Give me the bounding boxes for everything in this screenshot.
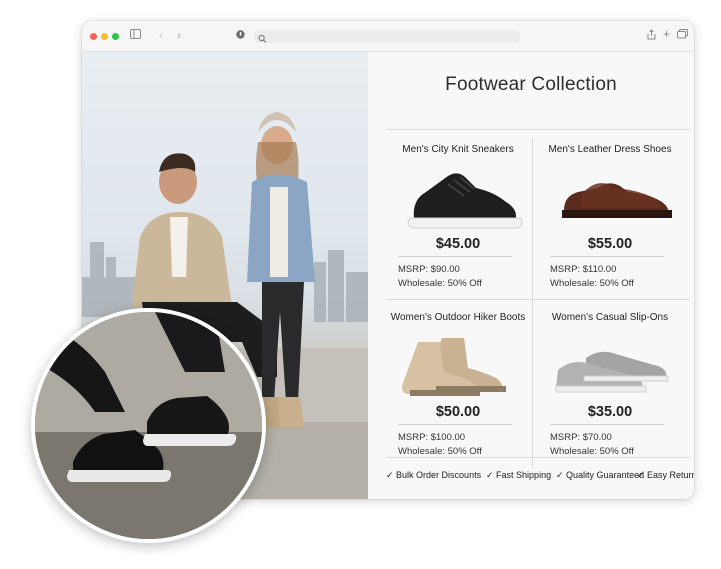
privacy-icon[interactable] (236, 30, 245, 44)
tan-hiker-boots-image (402, 338, 506, 396)
close-window-button[interactable] (90, 33, 97, 40)
divider (398, 424, 512, 425)
product-card[interactable]: Men's Leather Dress Shoes $55.00 MSRP: $… (536, 140, 684, 300)
feature-item: ✓ Bulk Order Discounts (386, 470, 482, 480)
brown-dress-shoe-image (562, 183, 672, 218)
tabs-icon[interactable] (677, 29, 688, 44)
product-name: Men's Leather Dress Shoes (548, 144, 672, 155)
feature-item: ✓ Quality Guaranteed (556, 470, 645, 480)
browser-toolbar: ‹ › + (82, 21, 694, 52)
feature-item: ✓ Fast Shipping (486, 470, 552, 480)
product-card[interactable]: Women's Casual Slip-Ons $35.00 MSRP: $70… (536, 308, 684, 468)
product-msrp: MSRP: $70.00 (550, 432, 612, 443)
minimize-window-button[interactable] (101, 33, 108, 40)
divider (398, 256, 512, 257)
zoom-window-button[interactable] (112, 33, 119, 40)
divider (386, 457, 690, 458)
back-icon[interactable]: ‹ (159, 29, 163, 43)
product-price: $55.00 (587, 236, 633, 252)
product-wholesale: Wholesale: 50% Off (550, 446, 634, 457)
catalog-title: Footwear Collection (445, 74, 617, 95)
product-price: $50.00 (435, 404, 481, 420)
address-bar[interactable] (254, 30, 520, 43)
sidebar-icon[interactable] (130, 29, 141, 44)
share-icon[interactable] (647, 29, 656, 45)
product-wholesale: Wholesale: 50% Off (398, 446, 482, 457)
grey-slip-on-image (555, 351, 669, 393)
search-icon (258, 31, 267, 49)
product-name: Women's Casual Slip-Ons (551, 312, 669, 323)
sneaker-closeup-inset (31, 308, 266, 543)
divider (550, 424, 664, 425)
forward-icon[interactable]: › (177, 29, 181, 43)
black-knit-sneaker-image (407, 173, 523, 229)
product-card[interactable]: Women's Outdoor Hiker Boots $50.00 MSRP:… (384, 308, 532, 468)
product-wholesale: Wholesale: 50% Off (398, 278, 482, 289)
product-name: Women's Outdoor Hiker Boots (390, 312, 526, 323)
product-name: Men's City Knit Sneakers (402, 144, 514, 155)
divider (550, 256, 664, 257)
new-tab-icon[interactable]: + (663, 27, 670, 41)
product-price: $35.00 (587, 404, 633, 420)
product-msrp: MSRP: $100.00 (398, 432, 466, 443)
product-price: $45.00 (435, 236, 481, 252)
product-wholesale: Wholesale: 50% Off (550, 278, 634, 289)
product-msrp: MSRP: $90.00 (398, 264, 460, 275)
features-bar: ✓ Bulk Order Discounts ✓ Fast Shipping ✓… (368, 460, 694, 499)
divider (386, 129, 690, 130)
product-msrp: MSRP: $110.00 (550, 264, 617, 275)
product-catalog-panel: Footwear Collection Men's City Knit Snea… (368, 52, 694, 499)
product-card[interactable]: Men's City Knit Sneakers $45.00 MSRP: $9… (384, 140, 532, 300)
divider (532, 138, 533, 468)
feature-item: ✓ Easy Return (637, 470, 694, 480)
